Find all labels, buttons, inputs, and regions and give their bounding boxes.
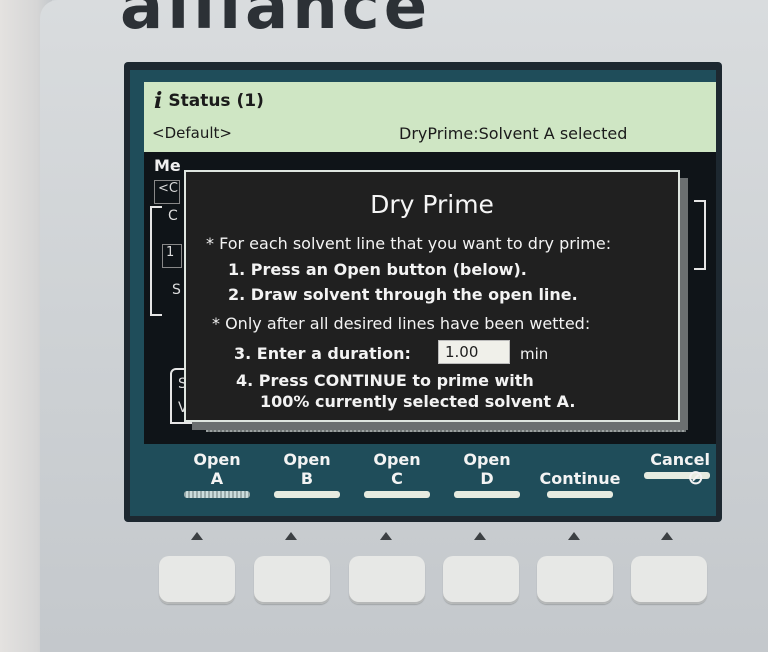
- background-fragment: S: [172, 282, 181, 298]
- softkey-label: Open: [283, 450, 331, 469]
- softkey-open-c[interactable]: Open C: [358, 450, 436, 498]
- dialog-step-3: 3. Enter a duration:: [234, 344, 411, 363]
- softkey-indicator: [364, 491, 430, 498]
- softkey-label: D: [480, 469, 494, 488]
- softkey-label: B: [300, 469, 314, 488]
- softkey-label: Open: [193, 450, 241, 469]
- softkey-cancel[interactable]: Cancel ⊘: [620, 450, 710, 487]
- softkey-label: C: [391, 469, 403, 488]
- background-fragment: <C: [154, 180, 180, 204]
- cancel-icon: ⊘: [687, 465, 704, 489]
- background-fragment: C: [168, 208, 178, 224]
- hardware-softkey-1[interactable]: [159, 556, 235, 604]
- arrow-up-icon: [380, 532, 392, 540]
- softkey-label: Open: [463, 450, 511, 469]
- duration-unit: min: [520, 345, 549, 363]
- status-profile: <Default>: [152, 124, 232, 142]
- lcd-screen: i Status (1) <Default> DryPrime:Solvent …: [130, 70, 716, 516]
- hardware-softkey-2[interactable]: [254, 556, 330, 604]
- hardware-softkey-4[interactable]: [443, 556, 519, 604]
- dialog-shadow-edge: [680, 178, 688, 428]
- arrow-up-icon: [285, 532, 297, 540]
- dialog-bullet-2: * Only after all desired lines have been…: [212, 314, 591, 333]
- status-title: Status (1): [168, 91, 264, 111]
- arrow-up-icon: [474, 532, 486, 540]
- dialog-bullet-1: * For each solvent line that you want to…: [206, 234, 612, 253]
- softkey-open-d[interactable]: Open D: [448, 450, 526, 498]
- softkey-continue[interactable]: Continue: [530, 450, 630, 498]
- hardware-softkey-3[interactable]: [349, 556, 425, 604]
- softkey-indicator: [454, 491, 520, 498]
- status-title-row: i Status (1): [154, 88, 264, 114]
- hardware-softkey-5[interactable]: [537, 556, 613, 604]
- dialog-shadow-bottom: [206, 424, 686, 432]
- background-bracket: [150, 206, 162, 316]
- softkey-label: Continue: [539, 469, 621, 488]
- softkey-open-a[interactable]: Open A: [178, 450, 256, 498]
- softkey-label: Open: [373, 450, 421, 469]
- softkey-indicator: [547, 491, 613, 498]
- arrow-up-icon: [191, 532, 203, 540]
- dialog-step-1: 1. Press an Open button (below).: [228, 260, 527, 279]
- softkey-indicator: [184, 491, 250, 498]
- background-tab: Me: [154, 156, 181, 175]
- status-message: DryPrime:Solvent A selected: [399, 124, 628, 143]
- info-icon: i: [154, 88, 163, 114]
- dialog-title: Dry Prime: [370, 190, 494, 219]
- dialog-step-2: 2. Draw solvent through the open line.: [228, 285, 578, 304]
- hardware-softkey-6[interactable]: [631, 556, 707, 604]
- dialog-step-4b: 100% currently selected solvent A.: [260, 392, 576, 411]
- arrow-up-icon: [661, 532, 673, 540]
- background-fragment: 1: [162, 244, 182, 268]
- softkey-label: A: [210, 469, 224, 488]
- dry-prime-dialog: Dry Prime * For each solvent line that y…: [184, 170, 680, 422]
- dialog-step-4a: 4. Press CONTINUE to prime with: [236, 371, 534, 390]
- background-bracket: [694, 200, 706, 270]
- softkey-open-b[interactable]: Open B: [268, 450, 346, 498]
- softkey-indicator: [274, 491, 340, 498]
- arrow-up-icon: [568, 532, 580, 540]
- brand-logo: alliance: [120, 0, 432, 44]
- status-bar[interactable]: i Status (1) <Default> DryPrime:Solvent …: [144, 82, 716, 152]
- duration-input[interactable]: [438, 340, 510, 364]
